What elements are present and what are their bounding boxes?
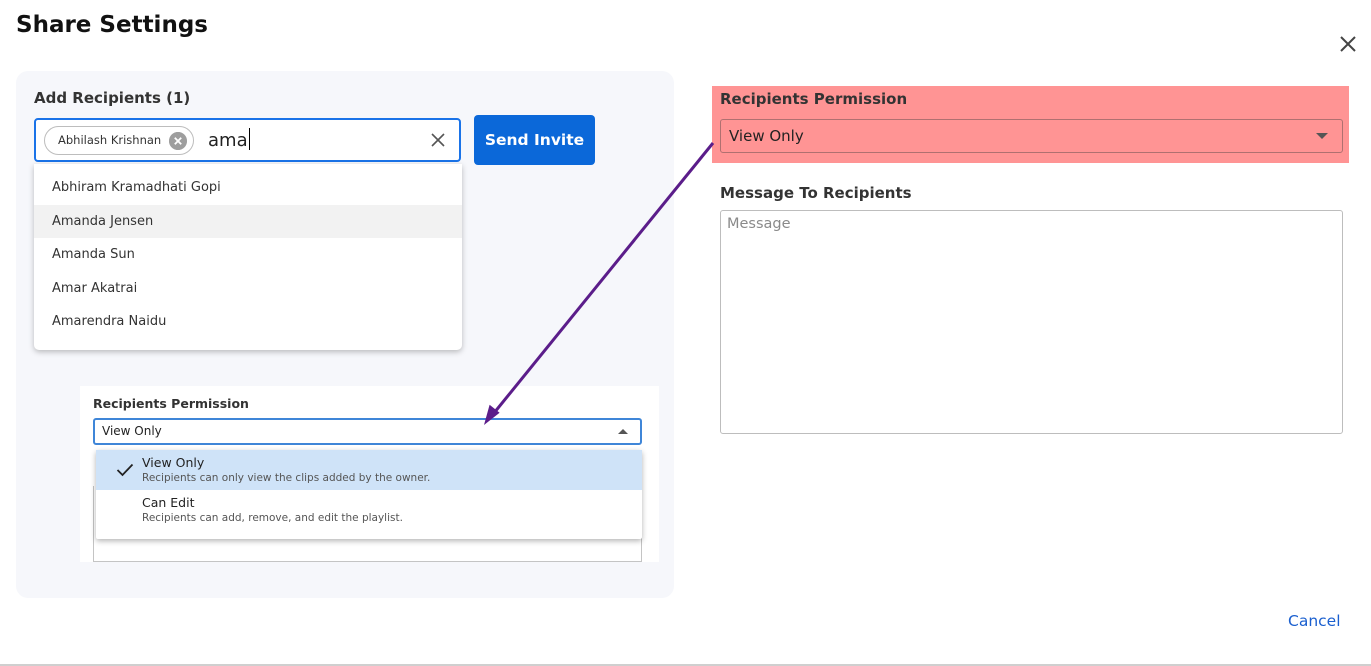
clear-icon[interactable] <box>429 131 447 149</box>
chip-remove-icon[interactable] <box>169 132 188 150</box>
option-title: View Only <box>142 455 205 470</box>
recipient-chip-label: Abhilash Krishnan <box>58 133 162 147</box>
list-item[interactable]: Amanda Jensen <box>34 204 462 239</box>
list-item[interactable]: Abhiram Kramadhati Gopi <box>34 171 462 205</box>
permission-highlight: Recipients Permission View Only <box>712 86 1349 163</box>
permission-value: View Only <box>729 127 804 145</box>
permission-label: Recipients Permission <box>720 90 908 108</box>
recipient-suggestions: Abhiram Kramadhati Gopi Amanda Jensen Am… <box>34 164 462 350</box>
check-icon <box>116 463 134 477</box>
inset-permission-label: Recipients Permission <box>93 396 249 411</box>
cancel-button[interactable]: Cancel <box>1288 612 1341 630</box>
permission-options-menu: View Only Recipients can only view the c… <box>96 450 642 539</box>
list-item[interactable]: Amanda Sun <box>34 238 462 272</box>
message-label: Message To Recipients <box>720 184 912 202</box>
option-title: Can Edit <box>142 495 195 510</box>
inset-permission-select[interactable]: View Only <box>93 418 642 445</box>
typed-text: ama <box>208 128 250 151</box>
recipient-search-input[interactable]: Abhilash Krishnan ama <box>34 118 461 162</box>
close-icon[interactable] <box>1336 32 1360 56</box>
message-textarea[interactable] <box>720 210 1343 434</box>
inset-selected-value: View Only <box>102 424 162 438</box>
list-item[interactable]: Amar Akatrai <box>34 272 462 306</box>
caret-up-icon <box>618 429 628 434</box>
recipient-chip: Abhilash Krishnan <box>44 126 195 155</box>
send-invite-button[interactable]: Send Invite <box>474 115 595 165</box>
dialog-title: Share Settings <box>16 12 208 38</box>
add-recipients-label: Add Recipients (1) <box>34 89 191 107</box>
list-item[interactable]: Amarendra Naidu <box>34 305 462 339</box>
permission-dropdown-inset: Recipients Permission View Only View Onl… <box>80 386 659 562</box>
option-can-edit[interactable]: Can Edit Recipients can add, remove, and… <box>96 490 642 530</box>
option-description: Recipients can add, remove, and edit the… <box>142 512 403 524</box>
option-description: Recipients can only view the clips added… <box>142 472 431 484</box>
option-view-only[interactable]: View Only Recipients can only view the c… <box>96 450 642 490</box>
permission-select[interactable]: View Only <box>720 119 1343 153</box>
caret-down-icon <box>1316 133 1328 139</box>
